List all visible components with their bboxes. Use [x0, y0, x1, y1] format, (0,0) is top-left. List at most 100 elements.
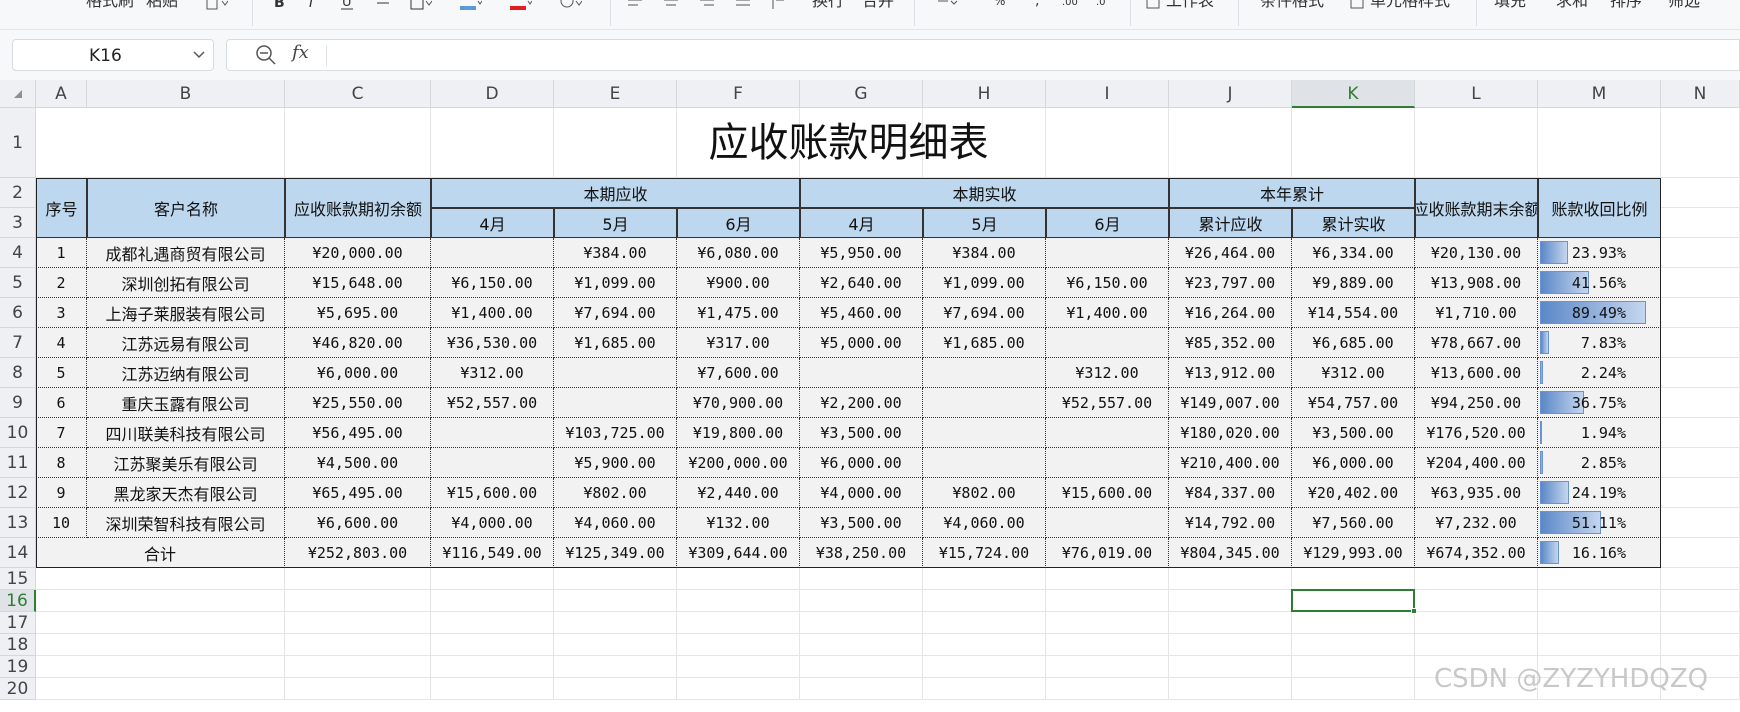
column-header-k[interactable]: K	[1292, 80, 1415, 108]
row-header-15[interactable]: 15	[0, 568, 36, 590]
received-apr-cell[interactable]: ¥3,500.00	[800, 508, 923, 538]
header-ytd-received[interactable]: 累计实收	[1292, 208, 1415, 238]
header-ytd-receivable[interactable]: 累计应收	[1169, 208, 1292, 238]
closing-balance-cell[interactable]: ¥13,908.00	[1415, 268, 1538, 298]
receivable-may-cell[interactable]: ¥103,725.00	[554, 418, 677, 448]
ytd-received-cell[interactable]: ¥20,402.00	[1292, 478, 1415, 508]
row-header-3[interactable]: 3	[0, 208, 36, 238]
receivable-apr-cell[interactable]: ¥4,000.00	[431, 508, 554, 538]
row-header-16[interactable]: 16	[0, 590, 36, 612]
row-header-4[interactable]: 4	[0, 238, 36, 268]
ytd-received-cell[interactable]: ¥6,334.00	[1292, 238, 1415, 268]
cell-style-icon[interactable]	[1350, 0, 1366, 10]
total-received-may-cell[interactable]: ¥15,724.00	[923, 538, 1046, 568]
row-header-7[interactable]: 7	[0, 328, 36, 358]
percent-icon[interactable]: %	[994, 0, 1010, 10]
closing-balance-cell[interactable]: ¥13,600.00	[1415, 358, 1538, 388]
receivable-jun-cell[interactable]: ¥200,000.00	[677, 448, 800, 478]
header-current-receivable[interactable]: 本期应收	[431, 178, 800, 208]
customer-name-cell[interactable]: 重庆玉露有限公司	[87, 388, 285, 418]
collection-ratio-cell[interactable]: 36.75%	[1538, 388, 1661, 418]
received-apr-cell[interactable]: ¥4,000.00	[800, 478, 923, 508]
row-header-14[interactable]: 14	[0, 538, 36, 568]
seq-cell[interactable]: 4	[36, 328, 87, 358]
header-closing-balance[interactable]: 应收账款期末余额	[1415, 178, 1538, 238]
conditional-format-button[interactable]: 条件格式	[1260, 0, 1324, 11]
italic-icon[interactable]: I	[306, 0, 322, 11]
received-may-cell[interactable]: ¥4,060.00	[923, 508, 1046, 538]
ytd-receivable-cell[interactable]: ¥13,912.00	[1169, 358, 1292, 388]
opening-balance-cell[interactable]: ¥20,000.00	[285, 238, 431, 268]
collection-ratio-cell[interactable]: 23.93%	[1538, 238, 1661, 268]
received-apr-cell[interactable]: ¥5,000.00	[800, 328, 923, 358]
seq-cell[interactable]: 2	[36, 268, 87, 298]
row-header-20[interactable]: 20	[0, 678, 36, 700]
opening-balance-cell[interactable]: ¥6,600.00	[285, 508, 431, 538]
row-header-2[interactable]: 2	[0, 178, 36, 208]
receivable-apr-cell[interactable]: ¥312.00	[431, 358, 554, 388]
customer-name-cell[interactable]: 江苏聚美乐有限公司	[87, 448, 285, 478]
chevron-down-icon[interactable]	[193, 48, 205, 63]
received-apr-cell[interactable]: ¥6,000.00	[800, 448, 923, 478]
name-box[interactable]: K16	[12, 39, 214, 71]
column-header-j[interactable]: J	[1169, 80, 1292, 108]
customer-name-cell[interactable]: 深圳创拓有限公司	[87, 268, 285, 298]
customer-name-cell[interactable]: 江苏远易有限公司	[87, 328, 285, 358]
total-ytd-received-cell[interactable]: ¥129,993.00	[1292, 538, 1415, 568]
receivable-apr-cell[interactable]	[431, 448, 554, 478]
justify-icon[interactable]	[736, 0, 752, 10]
paste-special-icon[interactable]	[206, 0, 229, 10]
row-header-18[interactable]: 18	[0, 634, 36, 656]
customer-name-cell[interactable]: 上海子莱服装有限公司	[87, 298, 285, 328]
paste-button[interactable]: 粘贴	[146, 0, 178, 11]
customer-name-cell[interactable]: 黑龙家天杰有限公司	[87, 478, 285, 508]
column-header-f[interactable]: F	[677, 80, 800, 108]
receivable-may-cell[interactable]: ¥1,685.00	[554, 328, 677, 358]
border-icon[interactable]	[410, 0, 433, 10]
clear-icon[interactable]	[560, 0, 583, 10]
fill-button[interactable]: 填充	[1494, 0, 1526, 11]
closing-balance-cell[interactable]: ¥1,710.00	[1415, 298, 1538, 328]
seq-cell[interactable]: 7	[36, 418, 87, 448]
receivable-may-cell[interactable]	[554, 388, 677, 418]
received-may-cell[interactable]: ¥7,694.00	[923, 298, 1046, 328]
seq-cell[interactable]: 5	[36, 358, 87, 388]
customer-name-cell[interactable]: 江苏迈纳有限公司	[87, 358, 285, 388]
row-header-6[interactable]: 6	[0, 298, 36, 328]
received-apr-cell[interactable]: ¥2,640.00	[800, 268, 923, 298]
fill-handle[interactable]	[1411, 608, 1417, 614]
total-opening-balance-cell[interactable]: ¥252,803.00	[285, 538, 431, 568]
row-header-9[interactable]: 9	[0, 388, 36, 418]
received-may-cell[interactable]	[923, 418, 1046, 448]
column-header-n[interactable]: N	[1661, 80, 1740, 108]
increase-decimal-icon[interactable]: .00	[1062, 0, 1078, 10]
ytd-received-cell[interactable]: ¥7,560.00	[1292, 508, 1415, 538]
column-header-h[interactable]: H	[923, 80, 1046, 108]
receivable-jun-cell[interactable]: ¥70,900.00	[677, 388, 800, 418]
row-header-12[interactable]: 12	[0, 478, 36, 508]
received-jun-cell[interactable]: ¥15,600.00	[1046, 478, 1169, 508]
header-receivable-month[interactable]: 6月	[677, 208, 800, 238]
ytd-receivable-cell[interactable]: ¥14,792.00	[1169, 508, 1292, 538]
received-jun-cell[interactable]	[1046, 418, 1169, 448]
collection-ratio-cell[interactable]: 7.83%	[1538, 328, 1661, 358]
opening-balance-cell[interactable]: ¥46,820.00	[285, 328, 431, 358]
receivable-jun-cell[interactable]: ¥317.00	[677, 328, 800, 358]
collection-ratio-cell[interactable]: 2.85%	[1538, 448, 1661, 478]
column-header-l[interactable]: L	[1415, 80, 1538, 108]
bold-icon[interactable]: B	[272, 0, 288, 11]
column-header-g[interactable]: G	[800, 80, 923, 108]
ytd-received-cell[interactable]: ¥14,554.00	[1292, 298, 1415, 328]
seq-cell[interactable]: 3	[36, 298, 87, 328]
ytd-received-cell[interactable]: ¥6,685.00	[1292, 328, 1415, 358]
opening-balance-cell[interactable]: ¥4,500.00	[285, 448, 431, 478]
receivable-may-cell[interactable]	[554, 358, 677, 388]
selected-cell[interactable]	[1291, 589, 1415, 612]
seq-cell[interactable]: 1	[36, 238, 87, 268]
ytd-receivable-cell[interactable]: ¥149,007.00	[1169, 388, 1292, 418]
customer-name-cell[interactable]: 成都礼遇商贸有限公司	[87, 238, 285, 268]
received-may-cell[interactable]: ¥1,685.00	[923, 328, 1046, 358]
indent-icon[interactable]	[770, 0, 786, 10]
ytd-received-cell[interactable]: ¥9,889.00	[1292, 268, 1415, 298]
receivable-apr-cell[interactable]: ¥15,600.00	[431, 478, 554, 508]
